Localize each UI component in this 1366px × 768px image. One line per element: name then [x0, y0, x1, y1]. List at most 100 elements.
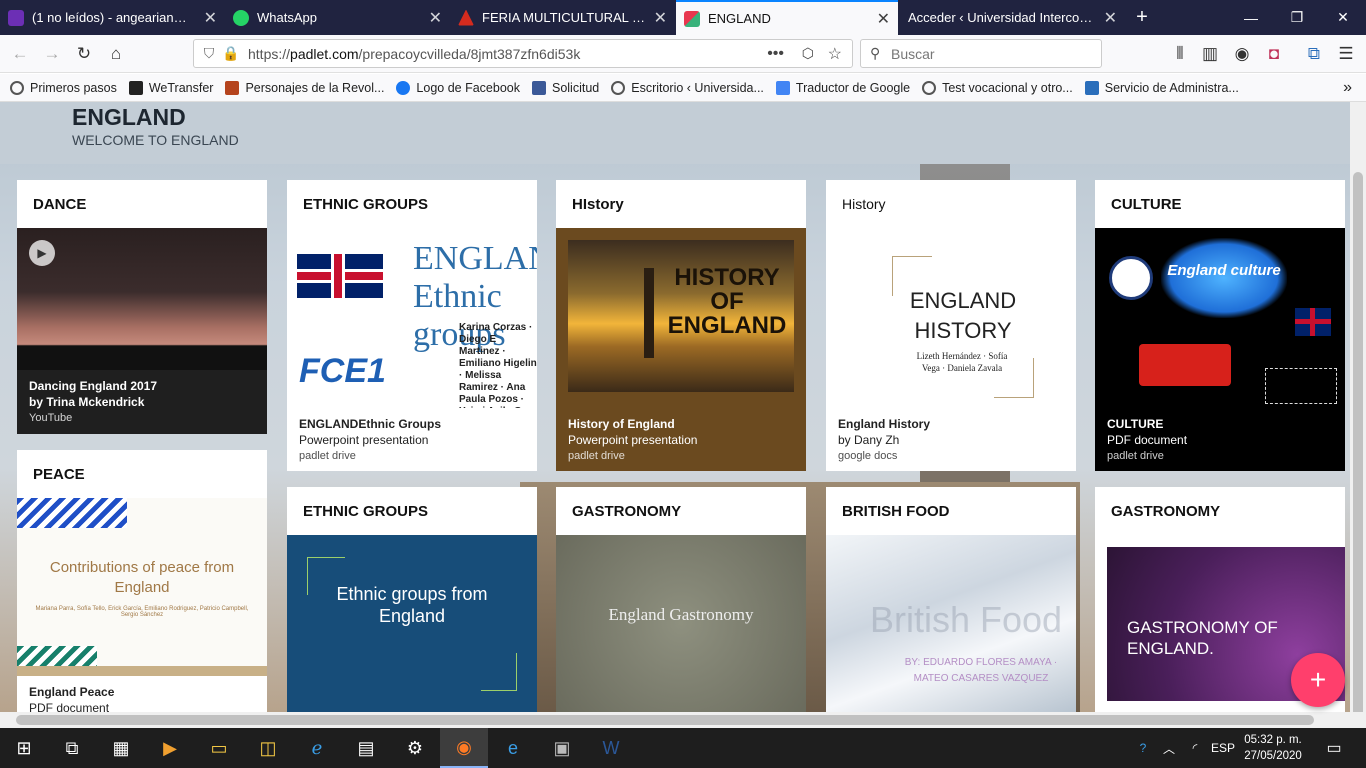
board-subtitle: WELCOME TO ENGLAND: [72, 132, 239, 148]
settings-gear-icon[interactable]: ⚙: [391, 728, 439, 768]
media-player-icon[interactable]: ▶: [146, 728, 194, 768]
back-button[interactable]: ←: [6, 41, 34, 67]
post-card-england-history[interactable]: History ENGLAND HISTORY Lizeth Hernández…: [826, 180, 1076, 471]
tab-mail[interactable]: (1 no leídos) - angearian@yahoo ✕: [0, 0, 225, 35]
edge-icon[interactable]: e: [489, 728, 537, 768]
post-attachment-info: History of England Powerpoint presentati…: [568, 417, 698, 462]
address-bar[interactable]: ⛉ 🔒 https://padlet.com/prepacoycvilleda/…: [193, 39, 853, 68]
video-thumbnail[interactable]: ▶: [17, 228, 267, 370]
network-icon[interactable]: ◜: [1182, 741, 1208, 755]
play-icon[interactable]: ▶: [29, 240, 55, 266]
browser-tab-strip: (1 no leídos) - angearian@yahoo ✕ WhatsA…: [0, 0, 1366, 35]
post-card-peace[interactable]: PEACE Contributions of peace from Englan…: [17, 450, 267, 712]
close-tab-icon[interactable]: ✕: [654, 8, 667, 28]
bookmark-star-icon[interactable]: ☆: [828, 44, 842, 64]
document-thumbnail[interactable]: ENGLAND HISTORY Lizeth Hernández · Sofía…: [826, 228, 1076, 408]
close-tab-icon[interactable]: ✕: [429, 8, 442, 28]
internet-explorer-icon[interactable]: ℯ: [293, 728, 341, 768]
post-card-british-food[interactable]: BRITISH FOOD British Food BY: EDUARDO FL…: [826, 487, 1076, 712]
vertical-scrollbar[interactable]: [1350, 102, 1366, 742]
pdf-thumbnail[interactable]: England culture: [1095, 228, 1345, 408]
reload-button[interactable]: ↻: [70, 41, 98, 67]
post-card-gastronomy[interactable]: GASTRONOMY England Gastronomy: [556, 487, 806, 712]
home-button[interactable]: ⌂: [102, 41, 130, 67]
ticket-decoration: [1265, 368, 1337, 404]
uk-flag-icon: [1295, 308, 1331, 336]
post-card-dance[interactable]: DANCE ▶ Dancing England 2017 by Trina Mc…: [17, 180, 267, 434]
tab-universidad[interactable]: Acceder ‹ Universidad Intercontinental ✕: [900, 0, 1125, 35]
windows-start-icon[interactable]: ⊞: [0, 728, 48, 768]
facebook-icon: [396, 80, 411, 95]
extension-icon[interactable]: ◘: [1260, 41, 1288, 67]
bookmark-item[interactable]: Solicitud: [531, 80, 599, 95]
whatsapp-favicon-icon: [233, 9, 249, 26]
lock-icon[interactable]: 🔒: [220, 45, 242, 62]
close-tab-icon[interactable]: ✕: [1104, 8, 1117, 28]
task-view-icon[interactable]: ⧉: [48, 728, 96, 768]
horizontal-scrollbar[interactable]: [0, 712, 1366, 728]
tab-england[interactable]: ENGLAND ✕: [676, 0, 898, 35]
presentation-thumbnail[interactable]: British Food BY: EDUARDO FLORES AMAYA · …: [826, 535, 1076, 712]
tab-whatsapp[interactable]: WhatsApp ✕: [225, 0, 450, 35]
presentation-thumbnail[interactable]: Ethnic groups from England: [287, 535, 537, 712]
search-input[interactable]: ⚲ Buscar: [860, 39, 1102, 68]
calculator-icon[interactable]: ▤: [342, 728, 390, 768]
library-icon[interactable]: ⫴: [1166, 41, 1194, 67]
close-tab-icon[interactable]: ✕: [877, 9, 890, 29]
post-attachment-info: CULTURE PDF document padlet drive: [1107, 417, 1188, 462]
app-icon[interactable]: ▦: [97, 728, 145, 768]
sidebar-icon[interactable]: ▥: [1196, 41, 1224, 67]
language-indicator[interactable]: ESP: [1208, 741, 1238, 755]
bookmark-item[interactable]: Logo de Facebook: [396, 80, 520, 95]
account-icon[interactable]: ◉: [1228, 41, 1256, 67]
new-tab-button[interactable]: +: [1130, 6, 1154, 29]
bookmark-item[interactable]: WeTransfer: [128, 80, 213, 95]
app-icon[interactable]: ▣: [538, 728, 586, 768]
store-icon[interactable]: ◫: [244, 728, 292, 768]
bookmark-item[interactable]: Traductor de Google: [775, 80, 910, 95]
bookmark-item[interactable]: Personajes de la Revol...: [225, 80, 384, 95]
bookmark-item[interactable]: Primeros pasos: [10, 80, 117, 95]
pdf-thumbnail[interactable]: Contributions of peace from England Mari…: [17, 498, 267, 676]
tab-feria[interactable]: FERIA MULTICULTURAL VIRTUAL ✕: [450, 0, 675, 35]
extensions-puzzle-icon[interactable]: ⧉: [1300, 41, 1328, 67]
bookmark-item[interactable]: Escritorio ‹ Universida...: [611, 80, 764, 95]
close-tab-icon[interactable]: ✕: [204, 8, 217, 28]
gold-bar-decoration: [17, 666, 267, 676]
close-window-button[interactable]: ✕: [1320, 0, 1366, 35]
mail-favicon-icon: [8, 9, 24, 26]
post-heading: BRITISH FOOD: [842, 503, 950, 520]
padlet-board: ENGLAND WELCOME TO ENGLAND DANCE ▶ Danci…: [0, 102, 1350, 712]
post-card-ethnic-groups[interactable]: ETHNIC GROUPS ENGLAND Ethnic groups FCE1…: [287, 180, 537, 471]
file-explorer-icon[interactable]: ▭: [195, 728, 243, 768]
chevron-up-icon[interactable]: ︿: [1156, 740, 1182, 757]
windows-taskbar: ⊞ ⧉ ▦ ▶ ▭ ◫ ℯ ▤ ⚙ ◉ e ▣ W ? ︿ ◜ ESP 05:3…: [0, 728, 1366, 768]
post-heading: GASTRONOMY: [1111, 503, 1221, 520]
post-card-culture[interactable]: CULTURE England culture CULTURE PDF docu…: [1095, 180, 1345, 471]
firefox-icon[interactable]: ◉: [440, 728, 488, 768]
bookmark-item[interactable]: Servicio de Administra...: [1084, 80, 1239, 95]
pocket-icon[interactable]: ⬡: [802, 45, 814, 62]
bookmark-item[interactable]: Test vocacional y otro...: [922, 80, 1073, 95]
presentation-thumbnail[interactable]: HISTORY OF ENGLAND: [556, 228, 806, 408]
post-heading: CULTURE: [1095, 180, 1345, 228]
emblem-icon: [1109, 256, 1153, 300]
restore-button[interactable]: ❐: [1274, 0, 1320, 35]
post-heading: ETHNIC GROUPS: [287, 487, 537, 535]
clock[interactable]: 05:32 p. m. 27/05/2020: [1240, 732, 1306, 764]
shield-icon[interactable]: ⛉: [198, 45, 220, 62]
presentation-thumbnail[interactable]: ENGLAND Ethnic groups FCE1 Karina Corzas…: [287, 228, 537, 408]
bookmarks-toolbar: Primeros pasos WeTransfer Personajes de …: [0, 74, 1366, 102]
forward-button[interactable]: →: [38, 41, 66, 67]
more-bookmarks-icon[interactable]: »: [1343, 79, 1352, 97]
post-card-history[interactable]: HIstory HISTORY OF ENGLAND History of En…: [556, 180, 806, 471]
add-post-button[interactable]: +: [1291, 653, 1345, 707]
post-card-ethnic-groups-2[interactable]: ETHNIC GROUPS Ethnic groups from England: [287, 487, 537, 712]
help-icon[interactable]: ?: [1130, 741, 1156, 755]
presentation-thumbnail[interactable]: England Gastronomy: [556, 535, 806, 712]
word-icon[interactable]: W: [587, 728, 635, 768]
menu-icon[interactable]: ☰: [1332, 41, 1360, 67]
page-actions-icon[interactable]: •••: [767, 45, 784, 63]
minimize-button[interactable]: —: [1228, 0, 1274, 35]
notifications-icon[interactable]: ▭: [1314, 728, 1354, 768]
